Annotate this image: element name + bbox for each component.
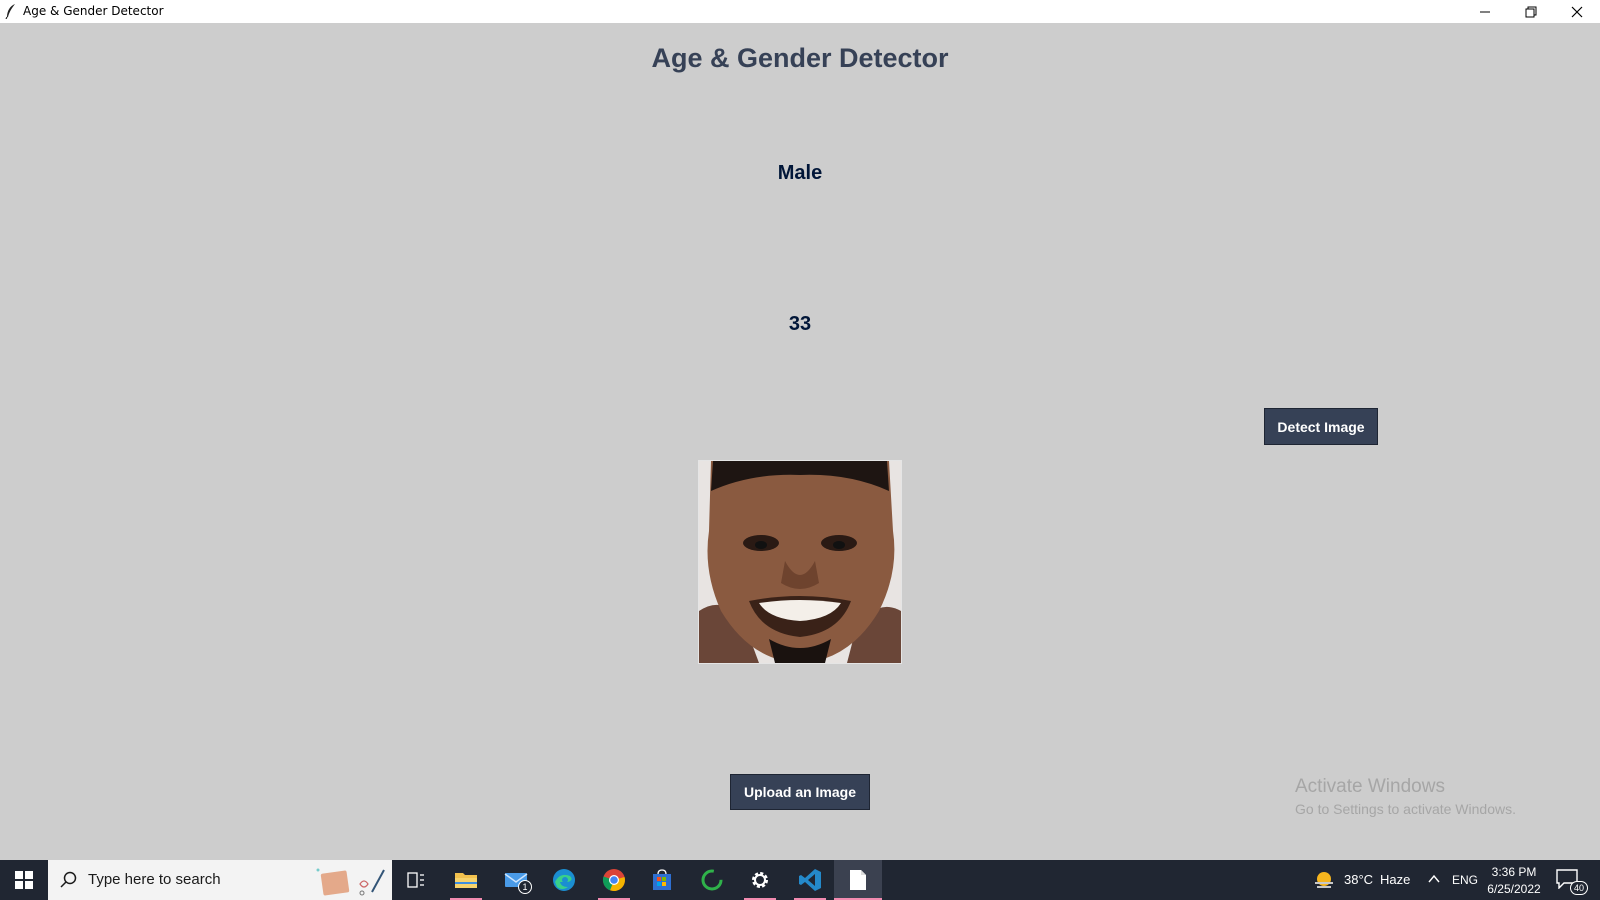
weather-temperature[interactable]: 38°C [1344,872,1373,887]
edge-icon [553,869,575,891]
chevron-up-icon[interactable] [1428,874,1440,884]
store-button[interactable] [638,860,686,900]
notification-count-badge: 40 [1570,881,1588,895]
close-icon [1571,6,1583,17]
weather-haze-icon [1315,872,1333,888]
taskbar-search-box[interactable]: Type here to search [48,860,392,900]
settings-icon [752,872,768,888]
clock-date: 6/25/2022 [1487,882,1541,896]
restore-icon [1525,6,1537,17]
watermark-title: Activate Windows [1295,776,1445,797]
start-button[interactable] [0,860,48,900]
restore-button[interactable] [1508,0,1554,23]
taskbar: Type here to search 1 38°C Haze ENG 3:36… [0,860,1600,900]
search-placeholder: Type here to search [88,871,221,888]
face-photo [699,461,901,663]
activation-watermark: Activate Windows Go to Settings to activ… [1295,776,1516,817]
weather-description[interactable]: Haze [1380,872,1410,887]
window-title: Age & Gender Detector [23,4,164,18]
circle-app-icon [701,869,723,891]
app-heading: Age & Gender Detector [651,43,949,73]
circle-app-button[interactable] [688,860,736,900]
notepad-button[interactable] [834,860,882,900]
minimize-icon [1480,11,1490,12]
task-view-icon [407,872,424,888]
settings-button[interactable] [736,860,784,900]
close-button[interactable] [1554,0,1600,23]
clock-time: 3:36 PM [1491,865,1537,879]
task-view-button[interactable] [392,860,440,900]
chrome-button[interactable] [590,860,638,900]
minimize-button[interactable] [1462,0,1508,23]
taskbar-clock[interactable]: 3:36 PM 6/25/2022 [1484,864,1544,898]
chrome-icon [602,869,625,892]
mail-button[interactable]: 1 [492,860,540,900]
window-title-bar: Age & Gender Detector [0,0,1600,23]
search-highlight-art-icon [316,868,385,896]
vscode-icon [799,869,821,891]
edge-button[interactable] [540,860,588,900]
file-explorer-button[interactable] [442,860,490,900]
windows-logo-icon [15,871,33,889]
uploaded-face-photo [698,460,902,664]
store-icon [653,869,671,890]
search-icon [60,871,77,888]
feather-icon [5,4,15,19]
gender-result: Male [777,162,823,184]
file-explorer-icon [455,873,477,888]
notepad-icon [850,870,866,890]
watermark-subtitle: Go to Settings to activate Windows. [1295,801,1516,817]
upload-image-button[interactable]: Upload an Image [730,774,870,810]
detect-image-button[interactable]: Detect Image [1264,408,1378,445]
vscode-button[interactable] [786,860,834,900]
input-language[interactable]: ENG [1452,873,1478,887]
mail-badge: 1 [518,880,532,894]
age-result: 33 [788,313,812,335]
